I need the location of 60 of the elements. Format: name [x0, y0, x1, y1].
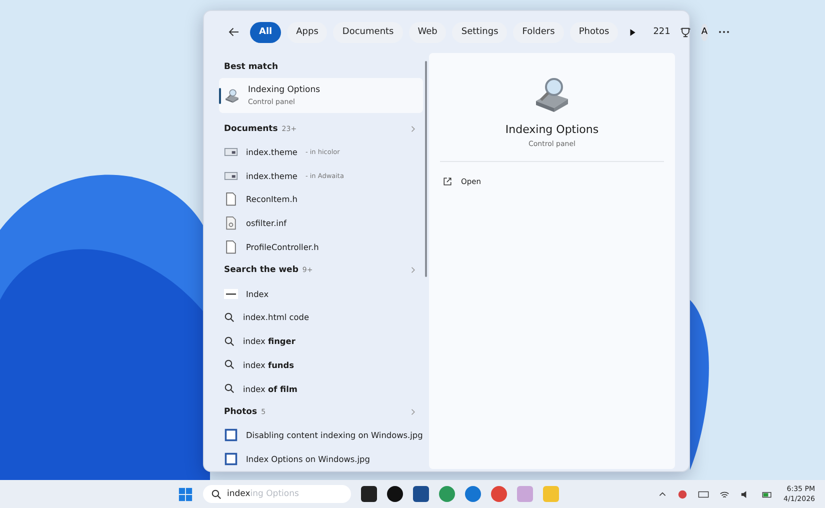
result-item[interactable]: index funds [219, 352, 423, 377]
result-title: Indexing Options [248, 85, 320, 96]
result-title: Disabling content indexing on Windows.jpg [246, 430, 423, 440]
windows-logo-icon [178, 486, 193, 502]
result-title: Index Options on Windows.jpg [246, 454, 370, 464]
result-title: ProfileController.h [246, 242, 319, 252]
result-title: ReconItem.h [246, 194, 298, 204]
app-icon[interactable] [387, 486, 403, 502]
result-title: index.theme [246, 147, 298, 158]
result-item[interactable]: ProfileController.h [219, 235, 423, 259]
result-item[interactable]: index of film [219, 376, 423, 400]
section-heading: Best match [224, 62, 278, 72]
search-icon [224, 383, 235, 394]
back-arrow-icon [228, 26, 240, 38]
app-icon[interactable] [361, 486, 377, 502]
result-item[interactable]: osfilter.inf [219, 211, 423, 235]
filter-tab[interactable]: Settings [452, 22, 508, 42]
rewards-points: 221 [653, 27, 670, 37]
document-icon [224, 240, 238, 254]
document-icon [224, 192, 238, 206]
result-title: index finger [243, 336, 296, 346]
external-link-icon [443, 176, 452, 186]
photo-file-icon [224, 452, 238, 466]
result-title: index of film [243, 384, 298, 394]
chevron-right-icon [410, 266, 417, 274]
drive-search-icon [224, 88, 240, 104]
result-title: Index [246, 288, 269, 299]
search-icon [211, 488, 222, 500]
result-item[interactable]: ReconItem.h [219, 188, 423, 212]
result-item[interactable]: index.html code [219, 306, 423, 330]
search-icon [224, 336, 235, 347]
result-item[interactable]: Index [219, 282, 423, 306]
result-item[interactable]: Disabling content indexing on Windows.jpg [219, 424, 423, 448]
settings-file-icon [224, 216, 238, 230]
filter-tab[interactable]: All [250, 22, 282, 42]
chevron-right-icon [410, 408, 417, 416]
website-icon [224, 288, 238, 299]
result-title: index funds [243, 360, 294, 370]
result-title: osfilter.inf [246, 218, 287, 228]
filter-tab[interactable]: Apps [287, 22, 328, 42]
more-icon [718, 30, 730, 34]
result-title: index.theme [246, 170, 298, 181]
play-icon [628, 28, 638, 36]
chevron-right-icon [410, 124, 417, 133]
filter-tab[interactable]: Documents [333, 22, 403, 42]
result-item[interactable]: Index Options on Windows.jpg [219, 447, 423, 471]
search-query: index [227, 489, 250, 499]
filter-tab[interactable]: Folders [513, 22, 564, 42]
search-suggestion: ing Options [250, 489, 299, 499]
search-icon [224, 312, 235, 323]
result-item[interactable]: index finger [219, 329, 423, 353]
filter-tab[interactable]: Web [408, 22, 446, 42]
search-icon [224, 359, 235, 370]
chevron-up-icon [658, 490, 667, 498]
trophy-icon [680, 26, 692, 38]
filter-tab[interactable]: Photos [570, 22, 618, 42]
result-title: index.html code [243, 312, 309, 322]
photo-file-icon [224, 428, 238, 442]
taskbar-search-field[interactable]: indexing Options [203, 485, 351, 503]
preview-title: Indexing Options [505, 123, 599, 136]
